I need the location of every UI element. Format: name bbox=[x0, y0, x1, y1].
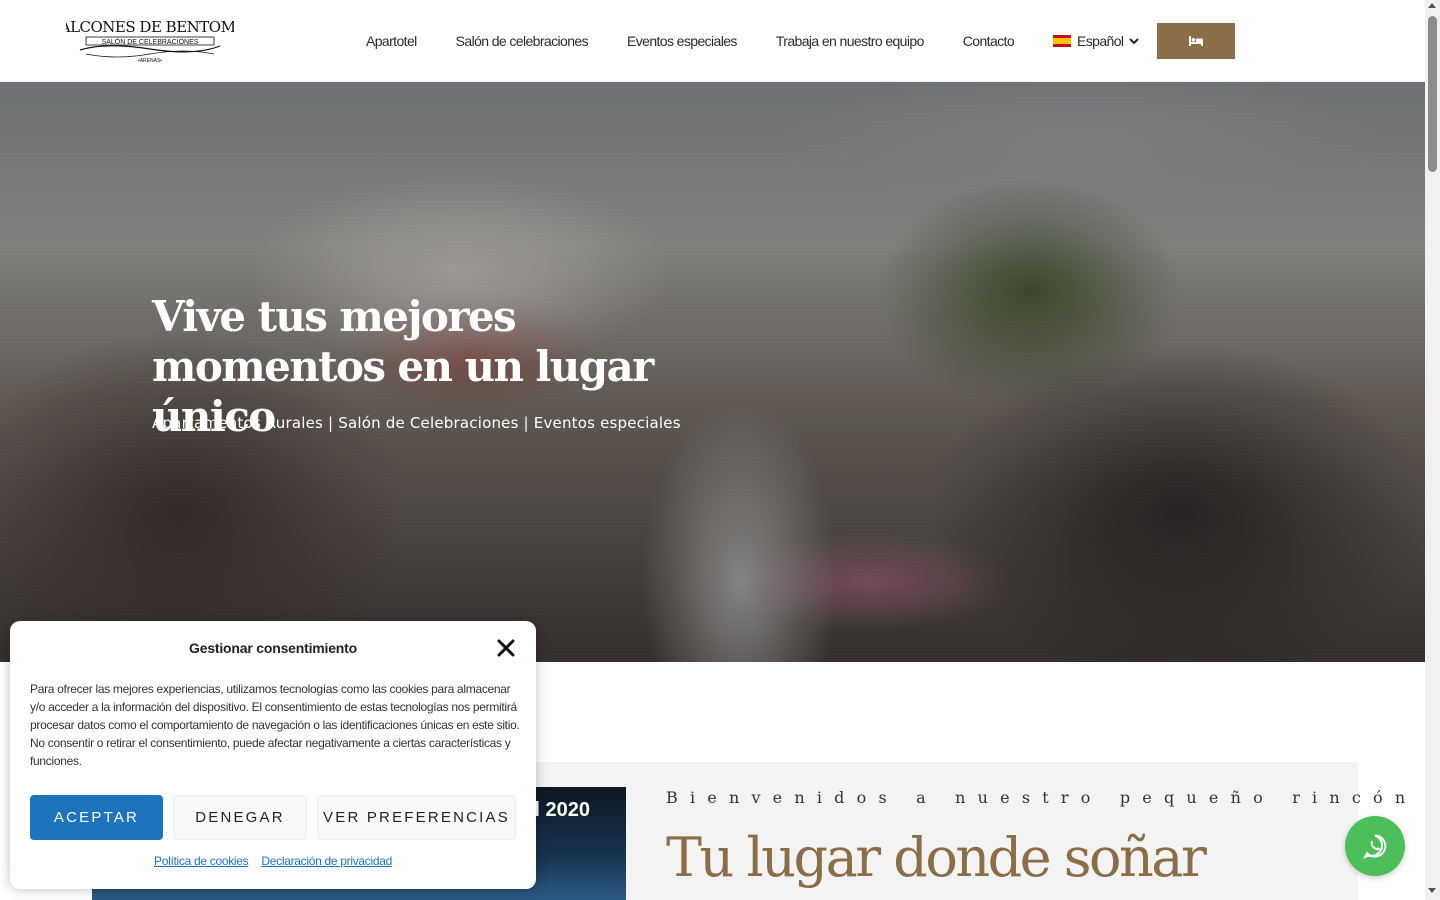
hero-section: Vive tus mejores momentos en un lugar ún… bbox=[0, 82, 1425, 662]
whatsapp-button[interactable] bbox=[1345, 816, 1405, 876]
nav-trabaja-equipo[interactable]: Trabaja en nuestro equipo bbox=[776, 33, 925, 49]
bed-icon bbox=[1189, 36, 1204, 46]
scroll-up-arrow-icon[interactable] bbox=[1428, 3, 1436, 8]
booking-button[interactable] bbox=[1157, 23, 1236, 59]
consent-title: Gestionar consentimiento bbox=[189, 640, 357, 656]
accept-button[interactable]: ACEPTAR bbox=[30, 795, 163, 840]
spain-flag-icon bbox=[1053, 35, 1071, 47]
svg-text:BALCONES DE BENTOMIZ: BALCONES DE BENTOMIZ bbox=[66, 18, 234, 36]
svg-text:SALÓN DE CELEBRACIONES: SALÓN DE CELEBRACIONES bbox=[102, 37, 199, 46]
svg-text:•ARENAS•: •ARENAS• bbox=[138, 58, 162, 64]
deny-button[interactable]: DENEGAR bbox=[173, 795, 307, 840]
nav-contacto[interactable]: Contacto bbox=[963, 33, 1015, 49]
site-header: BALCONES DE BENTOMIZ SALÓN DE CELEBRACIO… bbox=[0, 0, 1425, 82]
site-logo[interactable]: BALCONES DE BENTOMIZ SALÓN DE CELEBRACIO… bbox=[49, 16, 251, 64]
logo-image: BALCONES DE BENTOMIZ SALÓN DE CELEBRACIO… bbox=[49, 18, 251, 64]
hero-subtitle: Apartamentos Rurales | Salón de Celebrac… bbox=[152, 414, 681, 432]
scroll-thumb[interactable] bbox=[1428, 16, 1437, 172]
welcome-title: Tu lugar donde soñar bbox=[666, 826, 1207, 889]
privacy-statement-link[interactable]: Declaración de privacidad bbox=[261, 854, 392, 868]
nav-eventos-especiales[interactable]: Eventos especiales bbox=[627, 33, 737, 49]
preferences-button[interactable]: VER PREFERENCIAS bbox=[317, 795, 516, 840]
welcome-kicker: Bienvenidos a nuestro pequeño rincón bbox=[666, 788, 1418, 807]
nav-salon-celebraciones[interactable]: Salón de celebraciones bbox=[456, 33, 589, 49]
cookie-consent-dialog: Gestionar consentimiento Para ofrecer la… bbox=[10, 621, 536, 889]
cookie-policy-link[interactable]: Política de cookies bbox=[154, 854, 249, 868]
main-nav: Apartotel Salón de celebraciones Eventos… bbox=[366, 0, 1236, 82]
scroll-down-arrow-icon[interactable] bbox=[1428, 888, 1436, 893]
consent-text: Para ofrecer las mejores experiencias, u… bbox=[30, 682, 520, 768]
language-label: Español bbox=[1077, 33, 1124, 49]
consent-links: Política de cookies Declaración de priva… bbox=[10, 854, 536, 868]
page-scrollbar[interactable] bbox=[1425, 0, 1440, 900]
whatsapp-icon bbox=[1362, 834, 1387, 859]
language-selector[interactable]: Español bbox=[1053, 33, 1140, 49]
nav-apartotel[interactable]: Apartotel bbox=[366, 33, 417, 49]
close-icon[interactable] bbox=[497, 639, 515, 657]
chevron-down-icon bbox=[1129, 38, 1140, 45]
